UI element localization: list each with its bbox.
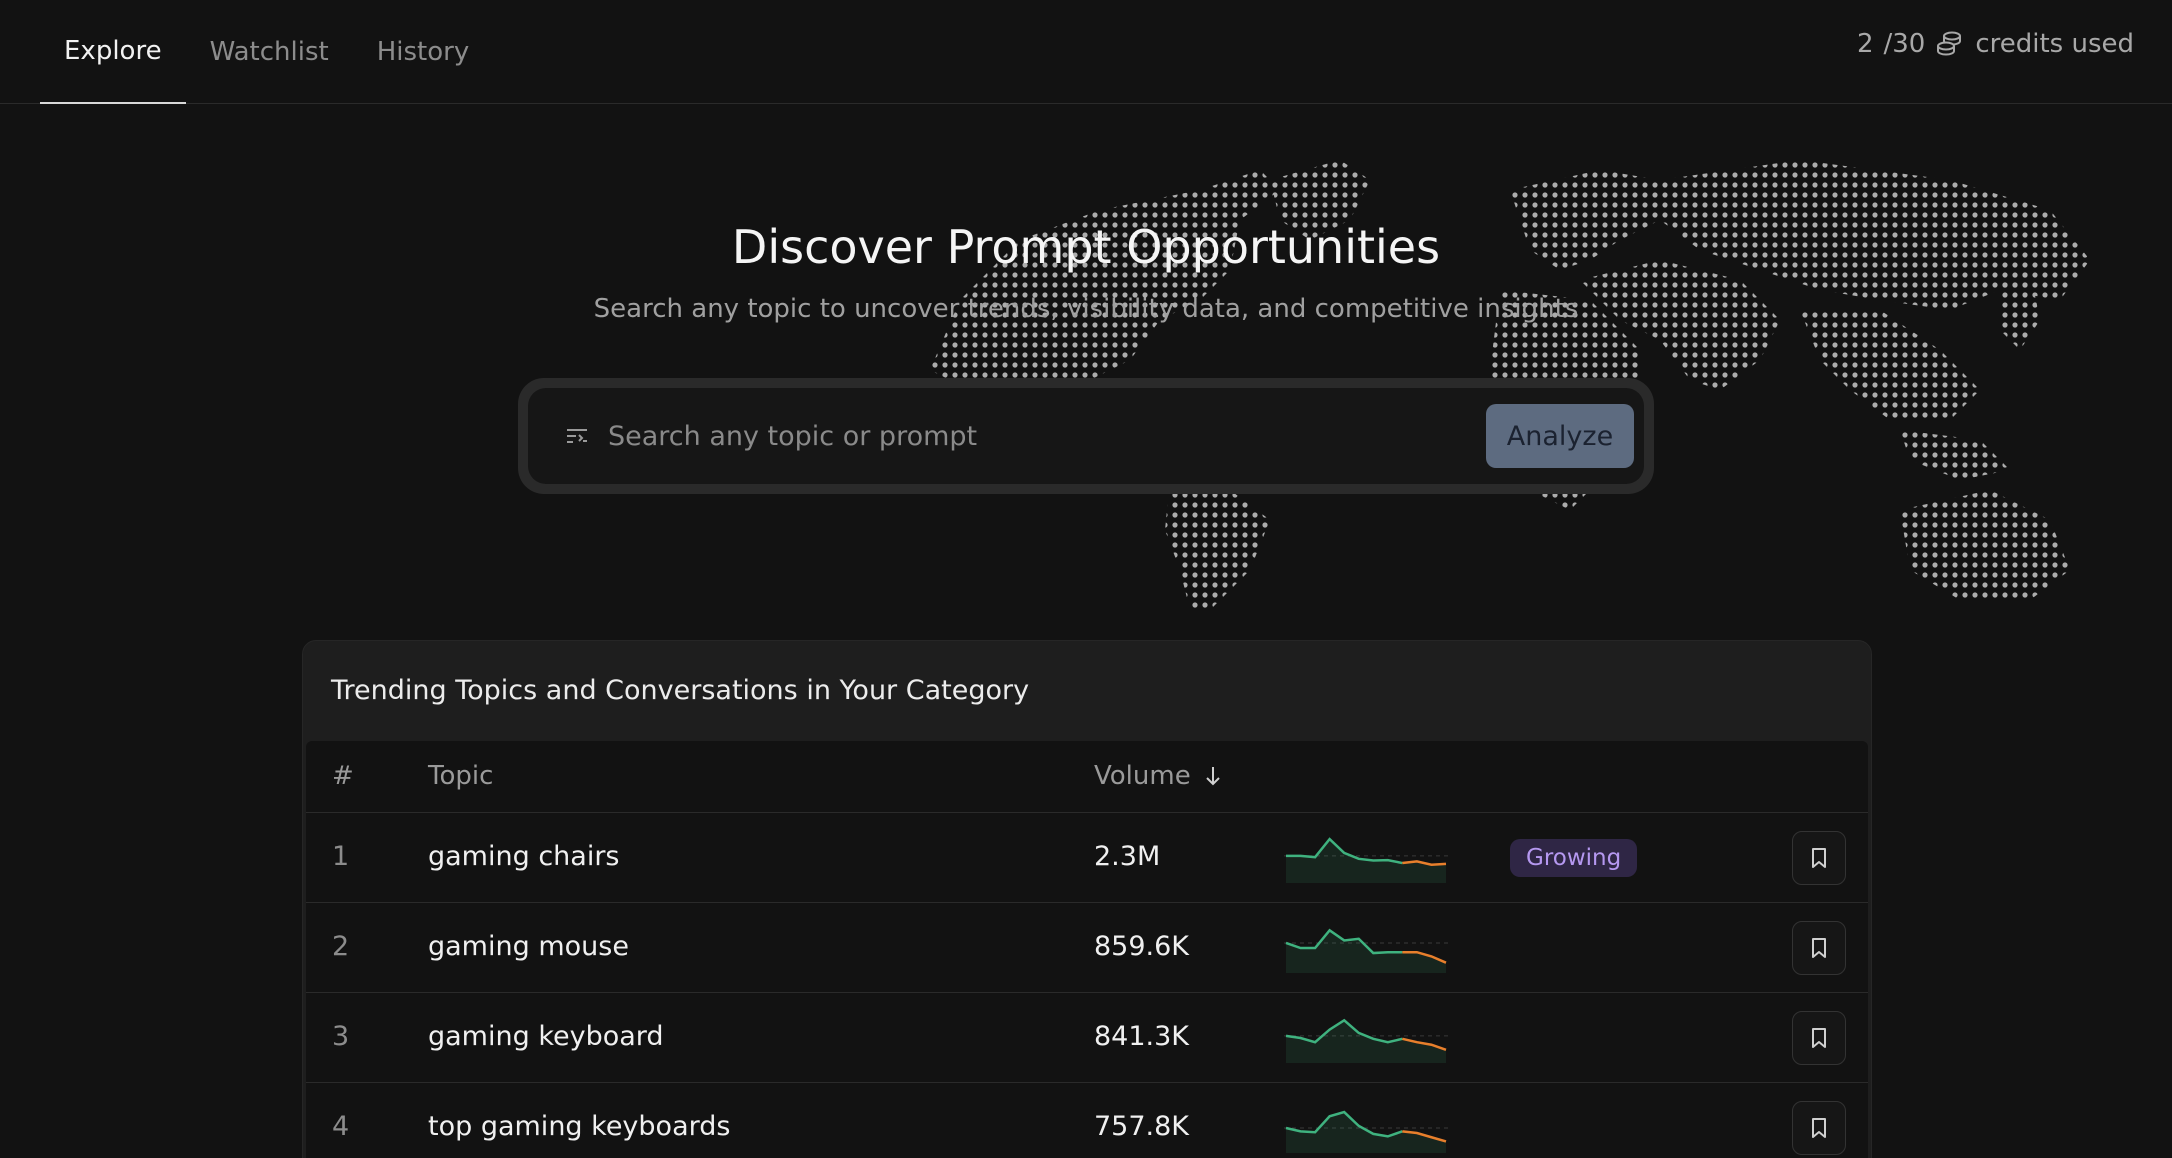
- bookmark-button[interactable]: [1792, 831, 1846, 885]
- table-row[interactable]: 3 gaming keyboard 841.3K: [306, 993, 1868, 1083]
- table-row[interactable]: 2 gaming mouse 859.6K: [306, 903, 1868, 993]
- sort-arrow-down-icon: [1205, 767, 1220, 786]
- table-row[interactable]: 4 top gaming keyboards 757.8K: [306, 1083, 1868, 1158]
- bookmark-icon: [1812, 848, 1826, 868]
- tab-history[interactable]: History: [353, 0, 494, 104]
- tab-watchlist[interactable]: Watchlist: [186, 0, 353, 104]
- app-root: Explore Watchlist History 2 /30 credits …: [0, 0, 2172, 1158]
- trend-sparkline: [1284, 837, 1448, 883]
- bookmark-button[interactable]: [1792, 1011, 1846, 1065]
- status-badge: Growing: [1510, 839, 1638, 877]
- sparkline-area: [1286, 930, 1446, 973]
- trend-sparkline: [1284, 1110, 1448, 1153]
- bookmark-button[interactable]: [1792, 921, 1846, 975]
- row-topic: gaming keyboard: [428, 1021, 664, 1052]
- sparkline-area: [1286, 839, 1446, 883]
- coins-icon: [1935, 29, 1965, 59]
- row-volume: 841.3K: [1094, 1021, 1190, 1052]
- row-topic: gaming chairs: [428, 841, 620, 872]
- credits-used-count: 2: [1856, 29, 1874, 59]
- table-row[interactable]: 1 gaming chairs 2.3M Growing: [306, 813, 1868, 903]
- column-header-volume[interactable]: Volume: [1094, 761, 1223, 791]
- trending-card-title: Trending Topics and Conversations in You…: [331, 675, 1030, 706]
- column-header-volume-label: Volume: [1094, 761, 1191, 791]
- credits-label: credits used: [1975, 29, 2134, 59]
- tab-explore[interactable]: Explore: [40, 0, 186, 104]
- row-rank: 1: [332, 841, 350, 872]
- search-input[interactable]: [606, 419, 1486, 453]
- search-box: Analyze: [528, 388, 1644, 484]
- nav-tabs: Explore Watchlist History: [40, 0, 493, 104]
- bookmark-icon: [1812, 1118, 1826, 1138]
- trending-topics-card: Trending Topics and Conversations in You…: [302, 640, 1872, 1158]
- row-rank: 2: [332, 931, 350, 962]
- top-navigation: Explore Watchlist History 2 /30 credits …: [0, 0, 2172, 104]
- bookmark-icon: [1812, 1028, 1826, 1048]
- bookmark-icon: [1812, 938, 1826, 958]
- row-rank: 4: [332, 1111, 350, 1142]
- search-container: Analyze: [518, 378, 1654, 494]
- filter-icon: [562, 421, 592, 451]
- analyze-button[interactable]: Analyze: [1486, 404, 1634, 468]
- row-topic: top gaming keyboards: [428, 1111, 731, 1142]
- page-title: Discover Prompt Opportunities: [731, 220, 1441, 274]
- bookmark-button[interactable]: [1792, 1101, 1846, 1155]
- column-header-topic: Topic: [428, 761, 494, 791]
- row-volume: 2.3M: [1094, 841, 1161, 872]
- row-topic: gaming mouse: [428, 931, 629, 962]
- row-rank: 3: [332, 1021, 350, 1052]
- row-volume: 757.8K: [1094, 1111, 1190, 1142]
- credits-total: /30: [1883, 29, 1926, 59]
- trend-sparkline: [1284, 928, 1448, 973]
- column-header-rank: #: [332, 761, 354, 791]
- credits-indicator: 2 /30 credits used: [1857, 22, 2134, 66]
- trending-table: # Topic Volume 1 gaming chairs 2.3M Grow…: [306, 741, 1868, 1158]
- table-header: # Topic Volume: [306, 741, 1868, 813]
- page-subtitle: Search any topic to uncover trends, visi…: [593, 294, 1579, 324]
- trend-sparkline: [1284, 1018, 1448, 1063]
- row-volume: 859.6K: [1094, 931, 1190, 962]
